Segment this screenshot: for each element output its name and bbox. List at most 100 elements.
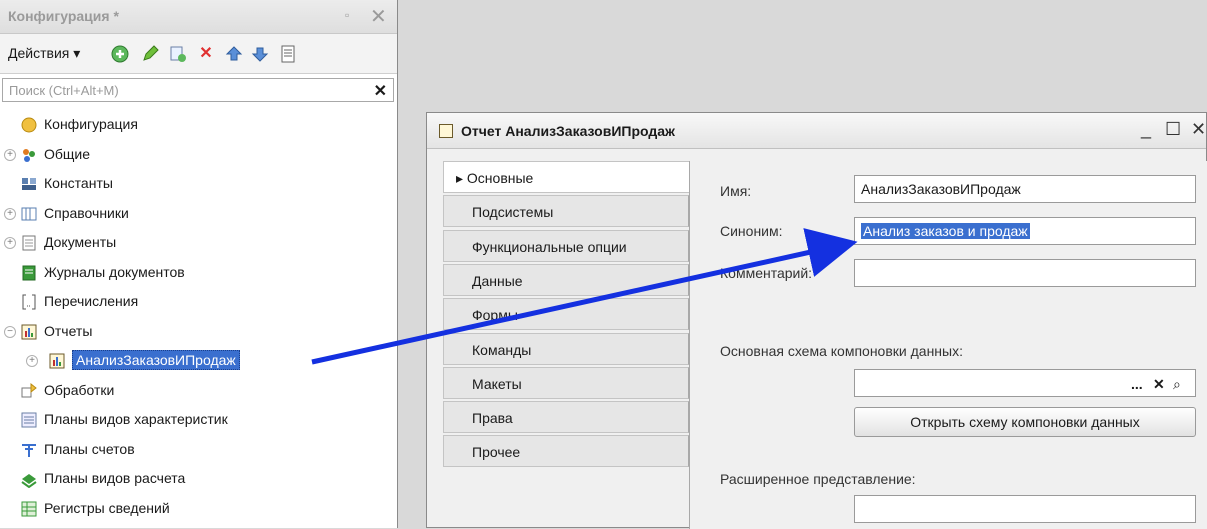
tab-label: ▸ Основные bbox=[456, 170, 534, 186]
tree-item-label: АнализЗаказовИПродаж bbox=[72, 350, 240, 370]
tree-item-label: Регистры сведений bbox=[44, 499, 170, 516]
panel-toolbar: Действия ▾ ✕ bbox=[0, 34, 397, 74]
synonym-field[interactable]: Анализ заказов и продаж bbox=[854, 217, 1196, 245]
move-up-icon[interactable] bbox=[224, 44, 244, 64]
tree-item[interactable]: Конфигурация bbox=[0, 112, 390, 138]
tree-expander-icon[interactable]: − bbox=[4, 325, 16, 338]
panel-close-icon[interactable]: ✕ bbox=[370, 4, 387, 29]
config-icon bbox=[20, 116, 38, 134]
schema-field[interactable]: ... ✕ ⌕ bbox=[854, 369, 1196, 397]
tab-item[interactable]: ▸ Основные bbox=[443, 161, 691, 193]
delete-icon[interactable]: ✕ bbox=[196, 44, 216, 64]
tree-item[interactable]: Константы bbox=[0, 171, 390, 197]
info-registers-icon bbox=[20, 500, 38, 518]
name-field[interactable]: АнализЗаказовИПродаж bbox=[854, 175, 1196, 203]
tab-label: Макеты bbox=[472, 375, 522, 392]
tab-item[interactable]: Макеты bbox=[443, 366, 689, 399]
edit-icon[interactable] bbox=[140, 44, 160, 64]
tree-item[interactable]: + Общие bbox=[0, 142, 390, 168]
tab-label: Формы bbox=[472, 307, 518, 324]
search-clear-icon[interactable]: ✕ bbox=[374, 81, 387, 101]
tree-expander-icon[interactable]: + bbox=[26, 355, 38, 367]
tree-item-label: Документы bbox=[44, 234, 117, 250]
tree-item[interactable]: + АнализЗаказовИПродаж bbox=[0, 348, 390, 374]
tab-item[interactable]: Подсистемы bbox=[443, 195, 689, 228]
move-down-icon[interactable] bbox=[250, 44, 270, 64]
constants-icon bbox=[20, 175, 38, 193]
tree-item-label: Справочники bbox=[44, 204, 129, 221]
tab-label: Команды bbox=[472, 341, 532, 358]
tree-item[interactable]: Регистры сведений bbox=[0, 496, 390, 522]
main-properties-panel: Имя: АнализЗаказовИПродаж Синоним: Анали… bbox=[689, 161, 1207, 529]
copy-icon[interactable] bbox=[168, 44, 188, 64]
tab-item[interactable]: Функциональные опции bbox=[443, 229, 689, 262]
tree-item-label: Константы bbox=[44, 175, 113, 191]
calc-types-icon bbox=[20, 470, 38, 489]
tree-expander-icon[interactable]: + bbox=[4, 148, 16, 161]
comment-field[interactable] bbox=[854, 259, 1196, 287]
schema-label: Основная схема компоновки данных: bbox=[720, 343, 963, 359]
tree-expander-icon[interactable]: + bbox=[4, 237, 16, 249]
tree-item-label: Общие bbox=[44, 145, 91, 162]
tree-item[interactable]: Обработки bbox=[0, 378, 390, 404]
tree-item-label: Отчеты bbox=[44, 322, 93, 339]
processing-icon bbox=[20, 382, 38, 400]
tree-item[interactable]: Планы видов расчета bbox=[0, 466, 390, 492]
report-icon bbox=[439, 124, 453, 138]
tree-item-label: Конфигурация bbox=[44, 116, 138, 132]
tree-item[interactable]: − Отчеты bbox=[0, 319, 390, 345]
list-icon[interactable] bbox=[278, 44, 298, 64]
panel-titlebar: Конфигурация * ▫ ✕ bbox=[0, 0, 397, 34]
tree-item-label: Планы счетов bbox=[44, 440, 135, 457]
journals-icon bbox=[20, 264, 38, 282]
tab-label: Функциональные опции bbox=[472, 238, 627, 255]
report-icon bbox=[48, 352, 66, 370]
tree-item[interactable]: + Справочники bbox=[0, 201, 390, 227]
tab-item[interactable]: Прочее bbox=[443, 435, 689, 468]
reports-icon bbox=[20, 323, 38, 341]
tab-label: Права bbox=[472, 410, 513, 427]
open-schema-button[interactable]: Открыть схему компоновки данных bbox=[854, 407, 1196, 437]
extended-representation-field[interactable] bbox=[854, 495, 1196, 523]
search-placeholder: Поиск (Ctrl+Alt+M) bbox=[9, 83, 119, 98]
tree-item[interactable]: Планы видов характеристик bbox=[0, 407, 390, 433]
search-icon[interactable]: ⌕ bbox=[1173, 376, 1181, 393]
report-properties-window: Отчет АнализЗаказовИПродаж _ ☐ ✕ ▸ Основ… bbox=[426, 112, 1207, 529]
tab-label: Подсистемы bbox=[472, 204, 554, 221]
maximize-button[interactable]: ☐ bbox=[1165, 119, 1181, 140]
tab-item[interactable]: Данные bbox=[443, 263, 689, 296]
tree-item[interactable]: Планы счетов bbox=[0, 437, 390, 463]
name-label: Имя: bbox=[720, 183, 752, 199]
configuration-panel: Конфигурация * ▫ ✕ Действия ▾ ✕ Поиск (C… bbox=[0, 0, 398, 528]
tree-item-label: Перечисления bbox=[44, 293, 139, 309]
close-button[interactable]: ✕ bbox=[1191, 119, 1206, 140]
documents-icon bbox=[20, 234, 38, 252]
extended-representation-label: Расширенное представление: bbox=[720, 471, 916, 487]
window-title: Отчет АнализЗаказовИПродаж bbox=[461, 123, 675, 139]
enums-icon bbox=[20, 293, 38, 311]
tree-item[interactable]: Журналы документов bbox=[0, 260, 390, 286]
tree-expander-icon[interactable]: + bbox=[4, 207, 16, 220]
tree-item[interactable]: + Документы bbox=[0, 230, 390, 256]
add-icon[interactable] bbox=[110, 44, 130, 64]
search-input[interactable]: Поиск (Ctrl+Alt+M) ✕ bbox=[2, 78, 394, 102]
tab-label: Данные bbox=[472, 272, 523, 289]
pin-icon[interactable]: ▫ bbox=[345, 8, 349, 22]
actions-menu[interactable]: Действия ▾ bbox=[8, 45, 80, 62]
tab-item[interactable]: Права bbox=[443, 401, 689, 434]
tree-item[interactable]: Перечисления bbox=[0, 289, 390, 315]
tab-item[interactable]: Формы bbox=[443, 298, 689, 331]
tab-item[interactable]: Команды bbox=[443, 332, 689, 365]
clear-icon[interactable]: ✕ bbox=[1153, 376, 1165, 393]
synonym-label: Синоним: bbox=[720, 223, 783, 239]
tree-item-label: Обработки bbox=[44, 381, 115, 398]
name-value: АнализЗаказовИПродаж bbox=[861, 181, 1021, 197]
select-button[interactable]: ... bbox=[1131, 376, 1143, 392]
tab-label: Прочее bbox=[472, 444, 521, 461]
common-icon bbox=[20, 146, 38, 164]
minimize-button[interactable]: _ bbox=[1141, 119, 1151, 140]
catalogs-icon bbox=[20, 205, 38, 223]
comment-label: Комментарий: bbox=[720, 265, 813, 281]
panel-title: Конфигурация * bbox=[8, 8, 119, 24]
tree-item-label: Журналы документов bbox=[44, 263, 185, 280]
